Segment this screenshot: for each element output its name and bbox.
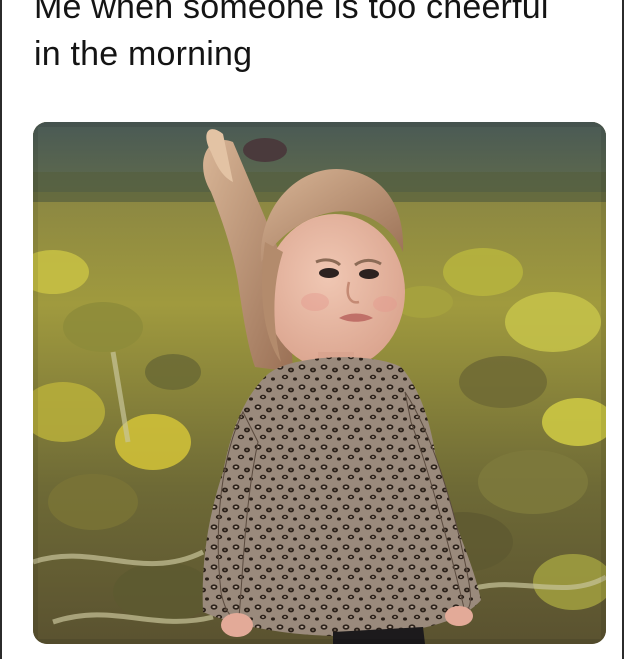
meme-caption: Me when someone is too cheerful in the mo…: [34, 0, 614, 78]
caption-line-2: in the morning: [34, 35, 253, 73]
frame-left-edge: [0, 0, 2, 659]
caption-line-1: Me when someone is too cheerful: [34, 0, 549, 26]
toddler-photo-illustration: [33, 122, 606, 644]
meme-photo: [33, 122, 606, 644]
